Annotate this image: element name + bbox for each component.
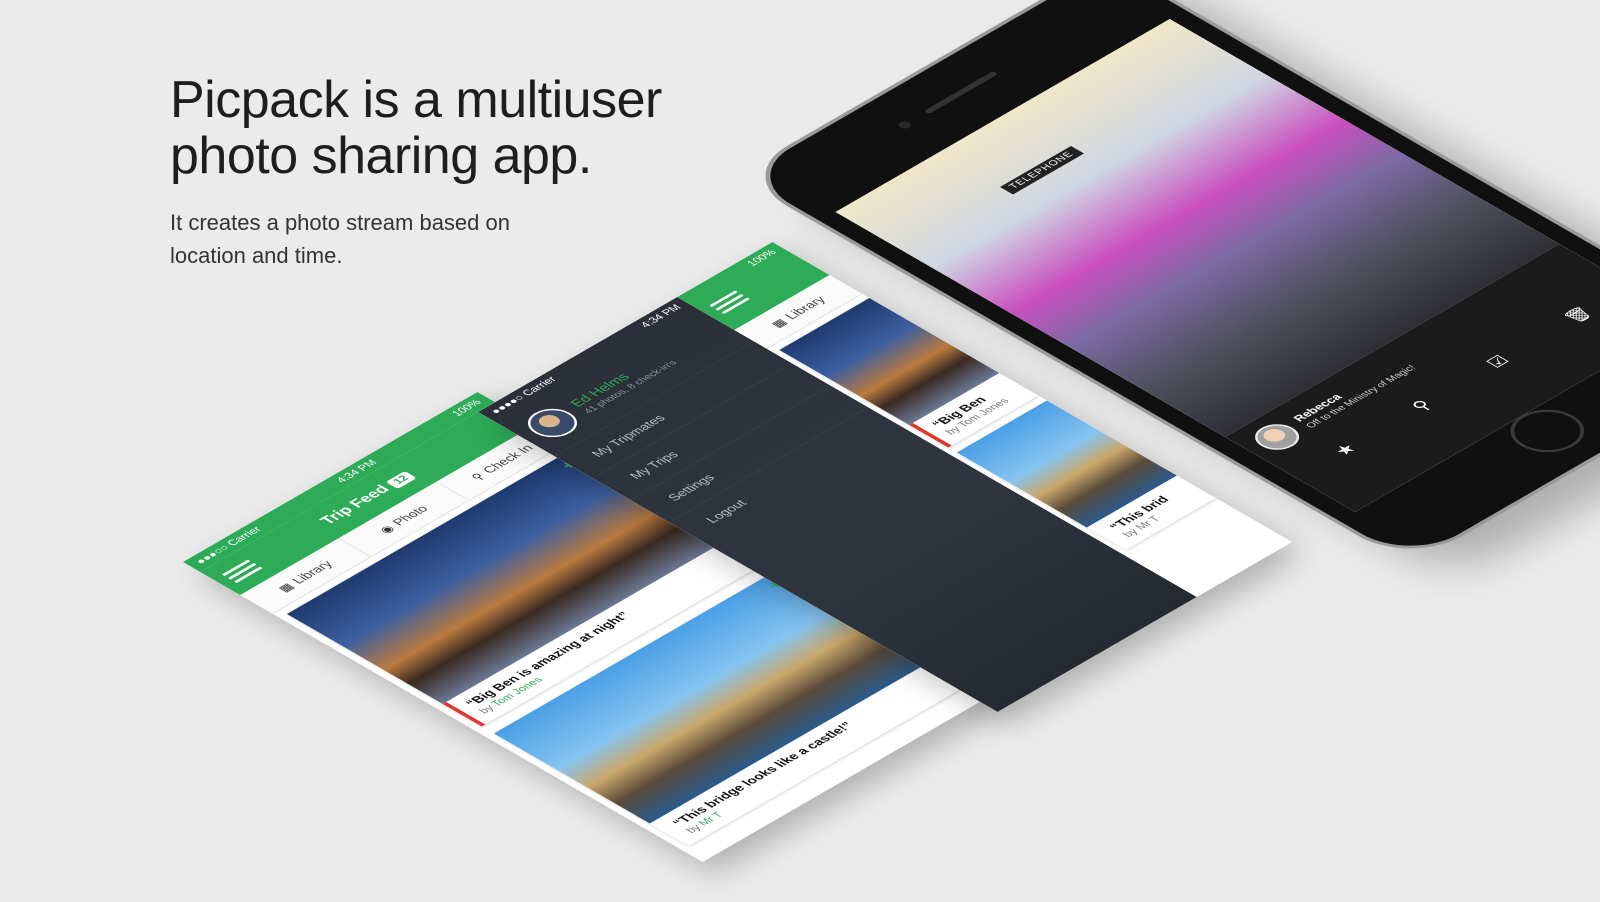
grid-icon: ▦: [767, 316, 790, 330]
tab-library-label: Library: [781, 293, 829, 322]
hero-subline: It creates a photo stream based on locat…: [170, 210, 510, 268]
star-icon[interactable]: ★: [1330, 441, 1362, 460]
trash-icon[interactable]: 🗑: [1560, 304, 1598, 326]
pin-icon: ⚲: [467, 470, 488, 483]
hero-headline: Picpack is a multiuser photo sharing app…: [170, 71, 662, 185]
avatar[interactable]: [1245, 419, 1309, 455]
count-badge: 12: [385, 470, 417, 490]
front-camera: [896, 120, 914, 130]
avatar[interactable]: [517, 403, 588, 443]
earpiece: [923, 71, 999, 114]
battery-label: 100%: [744, 248, 780, 269]
camera-icon: ◉: [375, 522, 398, 536]
tab-photo-label: Photo: [388, 503, 432, 528]
grid-icon: ▦: [274, 580, 297, 594]
checkin-icon[interactable]: ☑: [1482, 353, 1514, 372]
booth-sign: TELEPHONE: [999, 146, 1084, 195]
pin-icon[interactable]: ⚲: [1407, 397, 1437, 414]
